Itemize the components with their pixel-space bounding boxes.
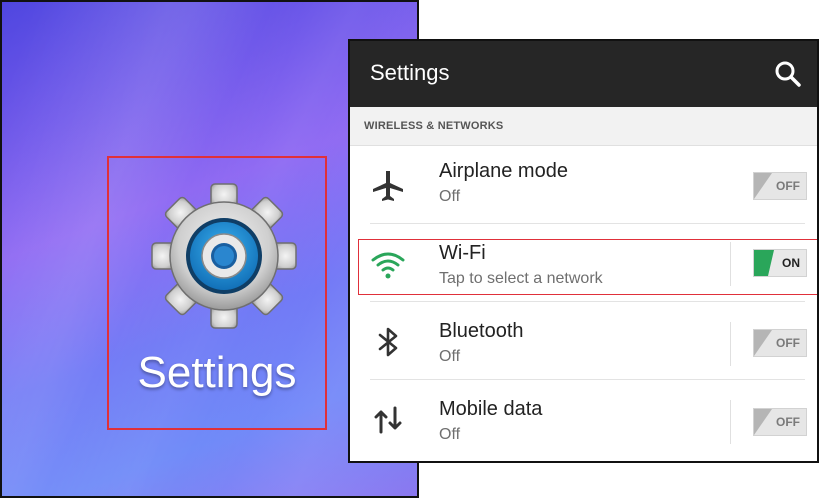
separator — [730, 400, 731, 444]
setting-subtitle: Off — [439, 348, 461, 365]
setting-title: Mobile data — [439, 398, 543, 420]
airplane-mode-toggle[interactable]: OFF — [753, 172, 807, 200]
toggle-label: OFF — [776, 336, 800, 350]
section-header-label: WIRELESS & NETWORKS — [364, 120, 504, 132]
page-title: Settings — [370, 60, 450, 85]
setting-title: Airplane mode — [439, 160, 568, 182]
toggle-label: OFF — [776, 415, 800, 429]
setting-title: Bluetooth — [439, 320, 524, 342]
setting-subtitle: Off — [439, 426, 461, 443]
settings-gear-icon[interactable] — [150, 182, 298, 330]
airplane-icon — [373, 171, 403, 201]
toggle-thumb — [754, 173, 772, 199]
action-bar: Settings — [350, 41, 817, 107]
search-icon[interactable] — [773, 59, 803, 89]
mobile-data-icon — [374, 406, 402, 434]
setting-item-bluetooth[interactable]: Bluetooth Off OFF — [350, 302, 817, 380]
setting-item-airplane-mode[interactable]: Airplane mode Off OFF — [350, 146, 817, 224]
setting-item-mobile-data[interactable]: Mobile data Off OFF — [350, 380, 817, 458]
settings-screen: Settings WIRELESS & NETWORKS Airplane mo… — [348, 39, 819, 463]
bluetooth-toggle[interactable]: OFF — [753, 329, 807, 357]
toggle-label: OFF — [776, 179, 800, 193]
toggle-thumb — [754, 330, 772, 356]
toggle-thumb — [754, 409, 772, 435]
setting-subtitle: Off — [439, 188, 461, 205]
mobile-data-toggle[interactable]: OFF — [753, 408, 807, 436]
wifi-highlight — [358, 239, 817, 295]
section-header: WIRELESS & NETWORKS — [350, 107, 817, 146]
separator — [730, 322, 731, 366]
app-label[interactable]: Settings — [107, 348, 327, 398]
bluetooth-icon — [378, 327, 398, 357]
